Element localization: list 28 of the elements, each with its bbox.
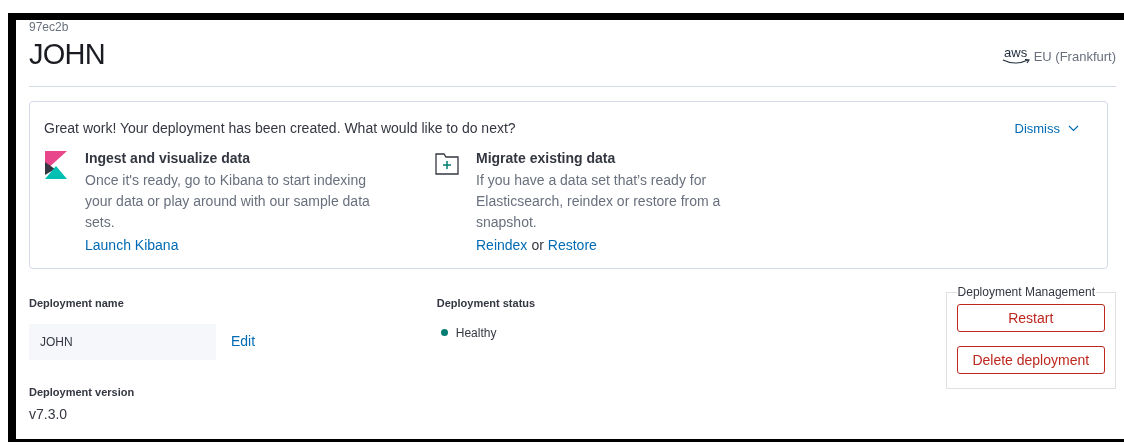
option-title: Ingest and visualize data: [85, 149, 251, 167]
panel-legend: Deployment Management: [956, 283, 1096, 301]
version-value: v7.3.0: [29, 405, 69, 424]
dismiss-button[interactable]: Dismiss: [1014, 118, 1079, 139]
option-description: If you have a data set that’s ready for Elasticsearch, reindex or restore from a snapshot.: [476, 171, 722, 232]
chevron-down-icon: [1068, 125, 1079, 132]
region-label: EU (Frankfurt): [1033, 47, 1116, 66]
action-link[interactable]: Restore: [547, 235, 597, 256]
smile-arrow-icon: [1001, 59, 1030, 66]
callout-message: Great work! Your deployment has been created. What would like to do next?: [44, 119, 516, 138]
edit-link[interactable]: Edit: [231, 331, 256, 352]
provider-logo: aws: [1004, 47, 1028, 60]
folder-plus-icon: [435, 153, 459, 175]
field-label: Deployment name: [29, 296, 125, 311]
status-label: Healthy: [455, 324, 497, 342]
field-label: Deployment status: [436, 296, 537, 311]
option-title: Migrate existing data: [476, 149, 617, 167]
field-label: Deployment version: [29, 384, 136, 400]
deployment-title: JOHN: [29, 37, 106, 72]
link-separator: or: [531, 236, 544, 255]
option-description: Once it's ready, go to Kibana to start indexing your data or play around with our sample data sets.: [85, 171, 371, 232]
action-link[interactable]: Launch Kibana: [85, 235, 179, 256]
kibana-logo-icon: [44, 151, 68, 179]
deployment-id: 97ec2b: [29, 20, 70, 34]
deployment-name-field[interactable]: JOHN: [29, 323, 216, 360]
action-link[interactable]: Reindex: [476, 235, 528, 256]
danger-button[interactable]: Restart: [956, 304, 1105, 332]
danger-button[interactable]: Delete deployment: [956, 346, 1105, 374]
